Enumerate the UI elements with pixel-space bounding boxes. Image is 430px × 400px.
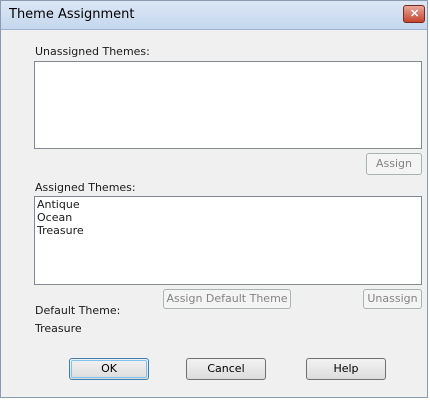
list-item[interactable]: Antique — [35, 198, 421, 211]
title-bar[interactable]: Theme Assignment ✕ — [1, 1, 427, 30]
list-item[interactable]: Treasure — [35, 224, 421, 237]
unassigned-themes-list[interactable] — [34, 61, 422, 149]
unassigned-themes-label: Unassigned Themes: — [35, 45, 150, 58]
assigned-themes-list[interactable]: Antique Ocean Treasure — [34, 196, 422, 285]
close-button[interactable]: ✕ — [403, 5, 425, 23]
assign-default-theme-button[interactable]: Assign Default Theme — [163, 289, 291, 309]
assigned-themes-label: Assigned Themes: — [35, 181, 136, 194]
ok-button[interactable]: OK — [69, 358, 149, 380]
default-theme-label: Default Theme: — [35, 304, 121, 317]
unassign-button[interactable]: Unassign — [363, 289, 422, 309]
close-icon: ✕ — [410, 8, 420, 20]
default-theme-value: Treasure — [35, 322, 82, 335]
assign-button[interactable]: Assign — [366, 153, 422, 175]
theme-assignment-dialog: Theme Assignment ✕ Unassigned Themes: As… — [0, 0, 428, 398]
window-title: Theme Assignment — [9, 7, 135, 22]
list-item[interactable]: Ocean — [35, 211, 421, 224]
cancel-button[interactable]: Cancel — [186, 358, 266, 380]
help-button[interactable]: Help — [306, 358, 386, 380]
